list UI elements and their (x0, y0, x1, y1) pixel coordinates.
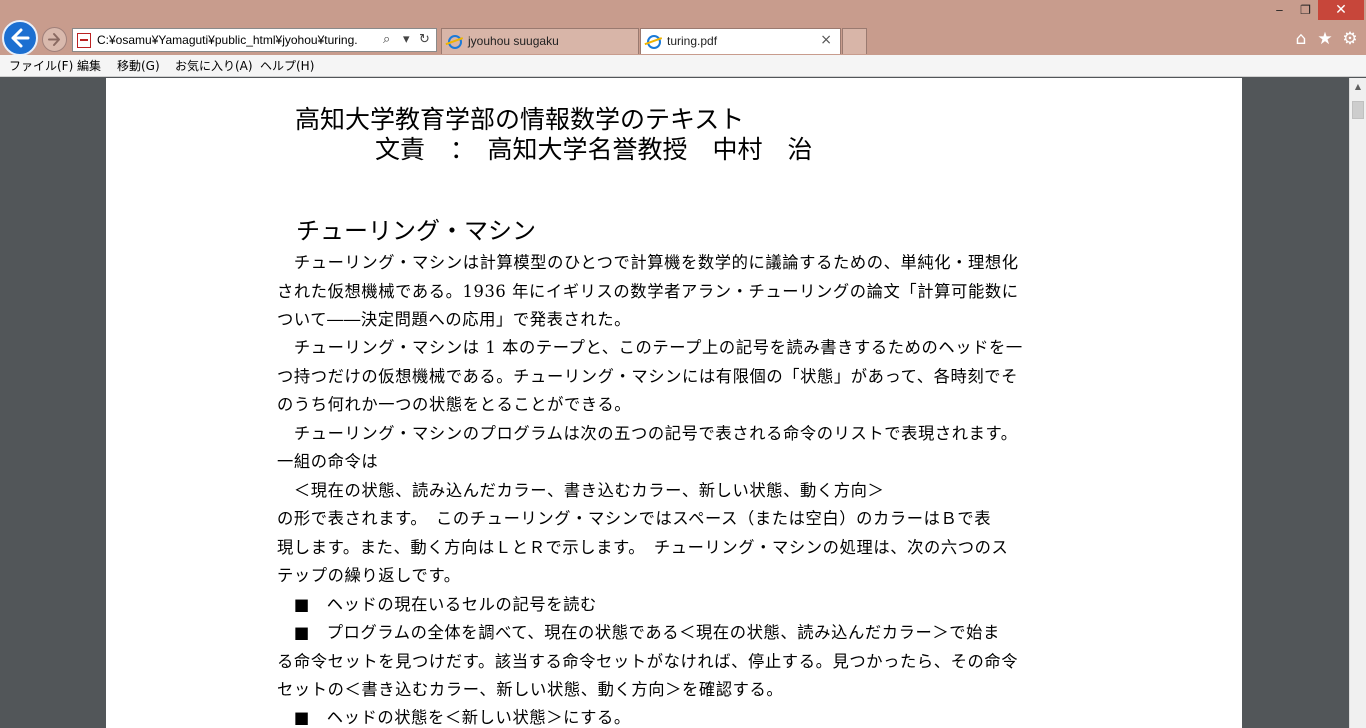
ie-page-icon (647, 35, 661, 49)
menu-edit[interactable]: 編集 (77, 58, 101, 74)
paragraph-line: チューリング・マシンは計算模型のひとつで計算機を数学的に議論するための、単純化・… (277, 253, 1019, 272)
menu-favorites[interactable]: お気に入り(A) (175, 58, 253, 74)
address-bar[interactable]: C:¥osamu¥Yamaguti¥public_html¥jyohou¥tur… (72, 28, 437, 52)
document-title: 高知大学教育学部の情報数学のテキスト (295, 105, 745, 134)
tab-label: turing.pdf (667, 34, 718, 48)
forward-button[interactable] (42, 27, 67, 52)
close-window-button[interactable]: ✕ (1318, 0, 1364, 20)
ie-page-icon (448, 35, 462, 49)
address-url[interactable]: C:¥osamu¥Yamaguti¥public_html¥jyohou¥tur… (97, 33, 377, 48)
scroll-up-arrow-icon[interactable]: ▲ (1350, 78, 1366, 95)
paragraph-line: チューリング・マシンのプログラムは次の五つの記号で表される命令のリストで表現され… (277, 424, 1018, 443)
browser-top-bar: C:¥osamu¥Yamaguti¥public_html¥jyohou¥tur… (0, 0, 1366, 56)
favorites-star-icon[interactable]: ★ (1315, 29, 1335, 49)
menu-help[interactable]: ヘルプ(H) (260, 58, 314, 74)
list-item-line: ■ ヘッドの状態を＜新しい状態＞にする。 (277, 708, 631, 727)
pdf-file-icon (77, 33, 91, 48)
home-icon[interactable]: ⌂ (1291, 29, 1311, 49)
list-item-line: ■ プログラムの全体を調べて、現在の状態である＜現在の状態、読み込んだカラー＞で… (277, 623, 1000, 642)
scroll-thumb[interactable] (1352, 101, 1364, 119)
address-dropdown-icon[interactable]: ▾ (403, 31, 410, 49)
search-icon[interactable]: ⌕ (383, 31, 390, 49)
refresh-icon[interactable]: ↻ (419, 31, 430, 49)
back-arrow-icon (11, 28, 30, 48)
paragraph-line: つ持つだけの仮想機械である。チューリング・マシンには有限個の「状態」があって、各… (277, 367, 1018, 386)
tools-gear-icon[interactable]: ⚙ (1340, 29, 1360, 49)
tab-jyouhou-suugaku[interactable]: jyouhou suugaku (441, 28, 639, 54)
paragraph-line: された仮想機械である。1936 年にイギリスの数学者アラン・チューリングの論文「… (277, 282, 1019, 301)
paragraph-line: ＜現在の状態、読み込んだカラー、書き込むカラー、新しい状態、動く方向＞ (277, 481, 885, 500)
tab-close-icon[interactable]: × (820, 33, 832, 48)
menu-file[interactable]: ファイル(F) (9, 58, 73, 74)
tab-label: jyouhou suugaku (468, 34, 559, 48)
menu-go[interactable]: 移動(G) (117, 58, 160, 74)
back-button[interactable] (2, 20, 38, 56)
paragraph-line: 一組の命令は (277, 452, 379, 471)
document-author: 文責 ： 高知大学名誉教授 中村 治 (375, 135, 813, 164)
tab-turing-pdf[interactable]: turing.pdf × (640, 28, 841, 54)
paragraph-line: のうち何れか一つの状態をとることができる。 (277, 395, 632, 414)
paragraph-line: セットの＜書き込むカラー、新しい状態、動く方向＞を確認する。 (277, 680, 784, 699)
paragraph-line: チューリング・マシンは 1 本のテープと、このテープ上の記号を読み書きするための… (277, 338, 1023, 357)
forward-arrow-icon (48, 33, 60, 46)
paragraph-line: る命令セットを見つけだす。該当する命令セットがなければ、停止する。見つかったら、… (277, 652, 1019, 671)
paragraph-line: ついて――決定問題への応用」で発表された。 (277, 310, 632, 329)
new-tab-button[interactable] (842, 28, 867, 54)
paragraph-line: テップの繰り返しです。 (277, 566, 461, 585)
paragraph-line: 現します。また、動く方向はＬとＲで示します。 チューリング・マシンの処理は、次の… (277, 538, 1009, 557)
section-heading: チューリング・マシン (296, 217, 536, 245)
menu-bar: ファイル(F) 編集 移動(G) お気に入り(A) ヘルプ(H) (0, 55, 1366, 77)
vertical-scrollbar[interactable]: ▲ (1349, 78, 1366, 728)
minimize-button[interactable]: ‒ (1266, 0, 1293, 20)
paragraph-line: の形で表されます。 このチューリング・マシンではスペース（または空白）のカラーは… (277, 509, 992, 528)
restore-button[interactable]: ❐ (1292, 0, 1319, 20)
list-item-line: ■ ヘッドの現在いるセルの記号を読む (277, 595, 597, 614)
